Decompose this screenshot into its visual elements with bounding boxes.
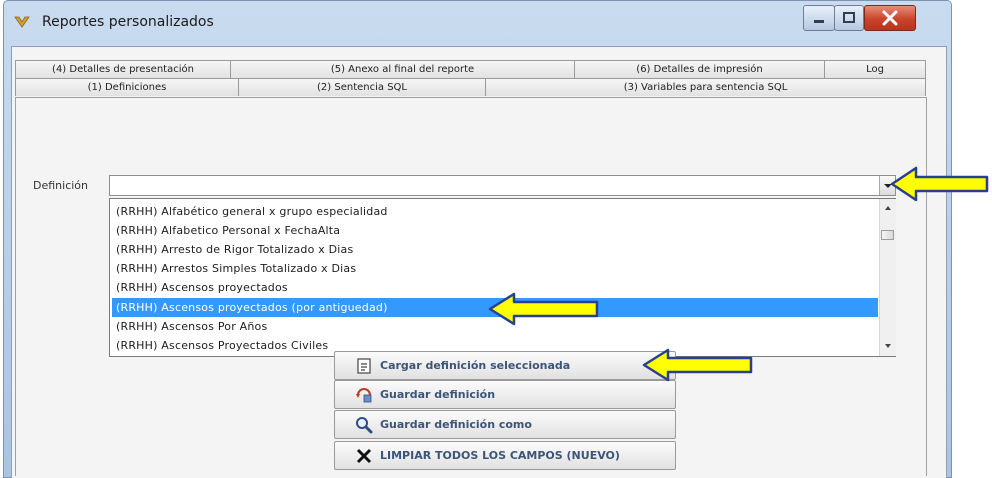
definicion-dropdown-list[interactable]: (RRHH) Alfabético general x grupo especi… [109,198,896,357]
minimize-button[interactable] [803,5,835,31]
limpiar-campos-button[interactable]: LIMPIAR TODOS LOS CAMPOS (NUEVO) [334,441,676,470]
maximize-icon [843,12,855,23]
scrollbar-thumb[interactable] [881,230,894,240]
guardar-definicion-como-label: Guardar definición como [380,418,532,431]
document-icon [357,358,371,374]
cargar-definicion-label: Cargar definición seleccionada [380,359,571,372]
pointer-arrow-icon [642,348,753,382]
cargar-definicion-button[interactable]: Cargar definición seleccionada [334,351,676,380]
scroll-down-icon[interactable] [880,340,896,352]
title-bar[interactable]: Reportes personalizados [4,1,951,46]
maximize-button[interactable] [834,5,864,31]
magnifier-icon [356,417,373,434]
limpiar-campos-label: LIMPIAR TODOS LOS CAMPOS (NUEVO) [380,449,620,462]
list-scrollbar[interactable] [879,199,896,356]
save-icon [356,388,372,403]
scroll-up-icon[interactable] [880,202,896,214]
close-icon [882,10,898,26]
minimize-icon [814,20,824,23]
tab-log[interactable]: Log [824,60,926,78]
list-item[interactable]: (RRHH) Alfabetico Personal x FechaAlta [112,221,878,240]
clear-x-icon [356,448,372,464]
window-title: Reportes personalizados [42,14,214,30]
close-button[interactable] [864,5,916,31]
tab-detalles-impresion[interactable]: (6) Detalles de impresión [574,60,825,78]
tab-definiciones[interactable]: (1) Definiciones [15,78,239,96]
definicion-combobox[interactable] [109,175,896,196]
guardar-definicion-button[interactable]: Guardar definición [334,380,676,409]
tab-detalles-presentacion[interactable]: (4) Detalles de presentación [15,60,231,78]
list-item[interactable]: (RRHH) Arrestos Simples Totalizado x Dia… [112,259,878,278]
tab-row-top: (4) Detalles de presentación (5) Anexo a… [15,60,926,78]
tab-row-bottom: (1) Definiciones (2) Sentencia SQL (3) V… [15,78,926,96]
guardar-definicion-como-button[interactable]: Guardar definición como [334,410,676,439]
tab-variables-sql[interactable]: (3) Variables para sentencia SQL [485,78,926,96]
app-logo-icon [14,16,30,28]
tab-sentencia-sql[interactable]: (2) Sentencia SQL [238,78,486,96]
list-item[interactable]: (RRHH) Arresto de Rigor Totalizado x Dia… [112,240,878,259]
tab-anexo-final[interactable]: (5) Anexo al final del reporte [230,60,575,78]
guardar-definicion-label: Guardar definición [380,388,496,401]
list-item[interactable]: (RRHH) Alfabético general x grupo especi… [112,202,878,221]
definicion-label: Definición [33,179,88,192]
pointer-arrow-icon [890,166,989,202]
pointer-arrow-icon [488,292,599,326]
